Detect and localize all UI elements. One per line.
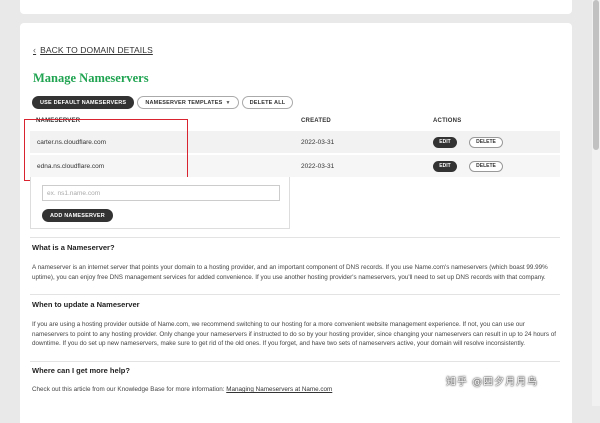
column-header-nameserver: NAMESERVER — [36, 118, 81, 124]
scrollbar-track[interactable] — [592, 0, 600, 406]
section-divider — [30, 294, 560, 295]
delete-button[interactable]: DELETE — [469, 136, 503, 148]
nameserver-value: edna.ns.cloudflare.com — [37, 162, 105, 170]
delete-all-label: DELETE ALL — [249, 99, 286, 106]
use-default-nameservers-button[interactable]: USE DEFAULT NAMESERVERS — [32, 96, 135, 109]
templates-label: NAMESERVER TEMPLATES — [145, 99, 223, 106]
section-title-more-help: Where can I get more help? — [32, 366, 130, 375]
add-nameserver-label: ADD NAMESERVER — [50, 212, 105, 219]
created-date: 2022-03-31 — [301, 138, 335, 146]
section-text-what-is: A nameserver is an internet server that … — [32, 264, 548, 281]
knowledge-base-link[interactable]: Managing Nameservers at Name.com — [226, 386, 332, 393]
edit-button[interactable]: EDIT — [433, 136, 457, 148]
column-header-created: CREATED — [301, 118, 331, 124]
section-divider — [30, 361, 560, 362]
created-date: 2022-03-31 — [301, 162, 335, 170]
nameserver-input[interactable] — [42, 185, 280, 201]
nameserver-value: carter.ns.cloudflare.com — [37, 138, 107, 146]
page-title: Manage Nameservers — [33, 71, 149, 85]
previous-card — [20, 0, 572, 14]
table-row: edna.ns.cloudflare.com 2022-03-31 EDIT D… — [30, 155, 560, 177]
column-header-actions: ACTIONS — [433, 118, 462, 124]
chevron-down-icon: ▼ — [225, 99, 231, 106]
add-nameserver-button[interactable]: ADD NAMESERVER — [42, 209, 113, 222]
nameserver-toolbar: USE DEFAULT NAMESERVERS NAMESERVER TEMPL… — [32, 96, 294, 109]
section-title-when-to-update: When to update a Nameserver — [32, 300, 140, 309]
section-divider — [30, 237, 560, 238]
section-title-what-is: What is a Nameserver? — [32, 243, 115, 252]
more-help-text: Check out this article from our Knowledg… — [32, 386, 227, 393]
scrollbar-thumb[interactable] — [593, 0, 599, 150]
delete-button[interactable]: DELETE — [469, 160, 503, 172]
edit-button[interactable]: EDIT — [433, 160, 457, 172]
section-text-when-to-update: If you are using a hosting provider outs… — [32, 321, 556, 347]
delete-all-button[interactable]: DELETE ALL — [241, 96, 294, 109]
use-default-label: USE DEFAULT NAMESERVERS — [40, 99, 127, 106]
back-to-domain-details-link[interactable]: ‹ BACK TO DOMAIN DETAILS — [33, 45, 153, 55]
watermark: 知乎 @四夕月月鸟 — [446, 377, 539, 388]
table-row: carter.ns.cloudflare.com 2022-03-31 EDIT… — [30, 131, 560, 153]
back-link-label: BACK TO DOMAIN DETAILS — [40, 45, 153, 55]
nameserver-templates-dropdown[interactable]: NAMESERVER TEMPLATES ▼ — [137, 96, 239, 109]
chevron-left-icon: ‹ — [33, 45, 37, 55]
